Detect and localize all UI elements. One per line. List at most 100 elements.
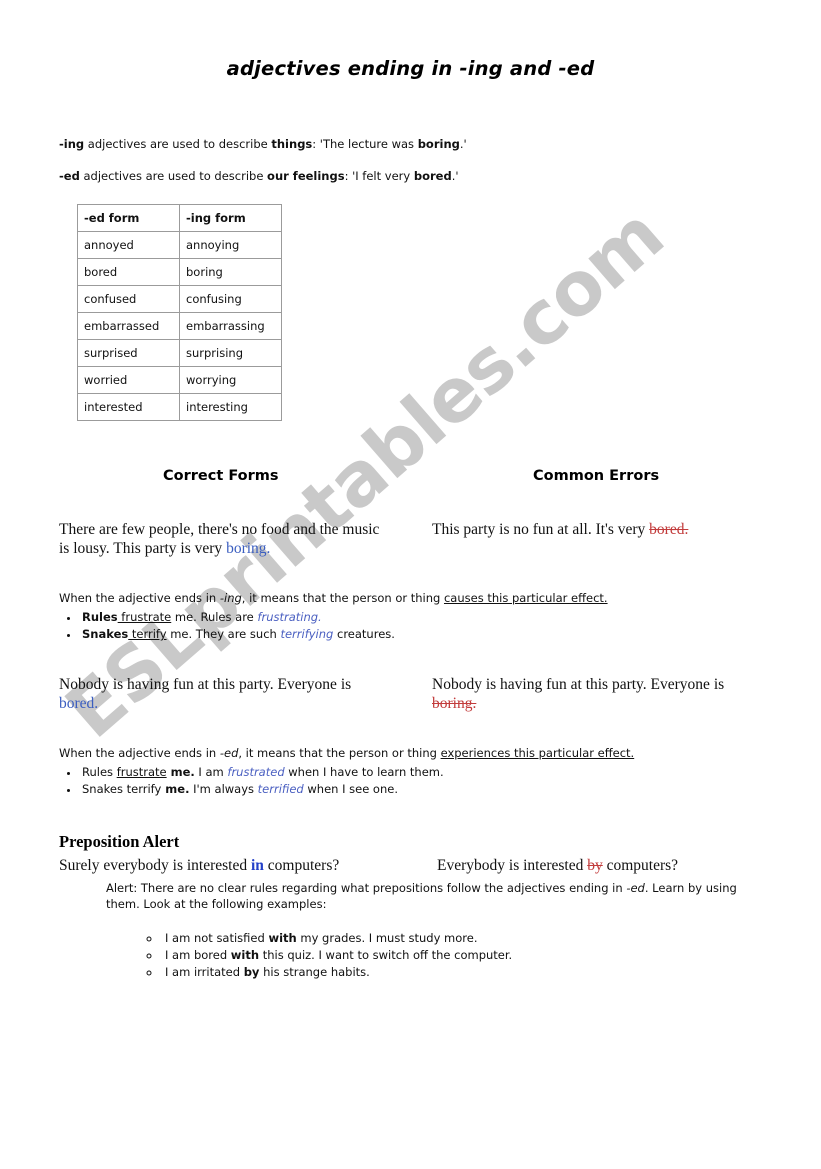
bullet-tail: when I have to learn them. bbox=[284, 764, 444, 779]
example2-right-text: Nobody is having fun at this party. Ever… bbox=[432, 676, 725, 693]
rule-block-ed: When the adjective ends in -ed, it means… bbox=[59, 745, 759, 799]
example2-left-highlight: bored. bbox=[59, 695, 99, 712]
worksheet-page: ESLprintables.com adjectives ending in -… bbox=[0, 0, 821, 1169]
bullet-mid: I am bbox=[194, 764, 228, 779]
intro-line-ing: -ing adjectives are used to describe thi… bbox=[59, 137, 467, 151]
table-header-ing: -ing form bbox=[180, 205, 282, 232]
list-item: Rules frustrate me. Rules are frustratin… bbox=[80, 609, 759, 627]
example1-left-highlight: boring. bbox=[226, 540, 271, 557]
bullet-subject: Rules bbox=[82, 609, 118, 624]
bullet-subject: Snakes bbox=[82, 627, 129, 641]
preposition-alert-title: Preposition Alert bbox=[59, 832, 180, 851]
table-row: worried worrying bbox=[78, 367, 282, 394]
bullet-verb: terrify bbox=[128, 627, 167, 641]
table-cell-ing: interesting bbox=[180, 394, 282, 421]
rule-ing-lead-a: When the adjective ends in bbox=[59, 591, 220, 605]
rule-ed-list: Rules frustrate me. I am frustrated when… bbox=[59, 764, 759, 799]
table-row: bored boring bbox=[78, 259, 282, 286]
intro2-end: .' bbox=[451, 169, 459, 183]
heading-common-errors: Common Errors bbox=[533, 468, 660, 484]
table-cell-ing: embarrassing bbox=[180, 313, 282, 340]
rule-ed-lead: When the adjective ends in -ed, it means… bbox=[59, 745, 759, 763]
heading-correct-forms: Correct Forms bbox=[163, 468, 279, 484]
list-item: Snakes terrify me. They are such terrify… bbox=[80, 626, 759, 644]
prep-example-preposition: by bbox=[243, 965, 260, 979]
table-row: annoyed annoying bbox=[78, 232, 282, 259]
title-ed: -ed bbox=[558, 57, 595, 80]
intro1-mid: adjectives are used to describe bbox=[84, 137, 272, 151]
bullet-adjective: terrified bbox=[257, 782, 304, 796]
rule-ed-lead-underline: experiences this particular effect. bbox=[440, 746, 635, 760]
rule-ing-lead: When the adjective ends in -ing, it mean… bbox=[59, 590, 759, 608]
title-mid: and bbox=[502, 57, 559, 80]
bullet-tail: creatures. bbox=[333, 627, 395, 641]
list-item: I am not satisfied with my grades. I mus… bbox=[161, 930, 512, 947]
intro2-lead: -ed bbox=[59, 169, 80, 183]
prep-example-a: I am bored bbox=[165, 948, 231, 962]
table-row: confused confusing bbox=[78, 286, 282, 313]
prep-example-b: this quiz. I want to switch off the comp… bbox=[259, 948, 513, 962]
intro2-bold2: bored bbox=[413, 169, 452, 183]
rule-ing-lead-italic: -ing bbox=[219, 591, 242, 605]
intro-line-ed: -ed adjectives are used to describe our … bbox=[59, 169, 459, 183]
table-cell-ed: interested bbox=[78, 394, 180, 421]
intro2-mid: adjectives are used to describe bbox=[79, 169, 268, 183]
alert-note-a: Alert: There are no clear rules regardin… bbox=[106, 881, 627, 895]
example1-correct: There are few people, there's no food an… bbox=[59, 520, 389, 558]
rule-ing-list: Rules frustrate me. Rules are frustratin… bbox=[59, 609, 759, 644]
example1-right-text: This party is no fun at all. It's very bbox=[432, 521, 650, 538]
prep-example-a: I am not satisfied bbox=[165, 931, 269, 945]
bullet-plain: Rules bbox=[82, 764, 117, 779]
prep-example-preposition: with bbox=[230, 948, 260, 962]
intro2-bold: our feelings bbox=[267, 169, 345, 183]
prep-right-b: computers? bbox=[602, 857, 679, 874]
prep-example-a: I am irritated bbox=[165, 965, 244, 979]
bullet-mid: me. They are such bbox=[166, 627, 281, 641]
prep-right-preposition: by bbox=[587, 857, 603, 874]
adjective-forms-table: -ed form -ing form annoyed annoying bore… bbox=[77, 204, 282, 421]
prep-example-b: his strange habits. bbox=[259, 965, 370, 979]
bullet-tail: when I see one. bbox=[303, 782, 398, 796]
prep-left-a: Surely everybody is interested bbox=[59, 857, 251, 874]
table-cell-ed: worried bbox=[78, 367, 180, 394]
preposition-examples-list: I am not satisfied with my grades. I mus… bbox=[133, 930, 512, 981]
example2-left-text: Nobody is having fun at this party. Ever… bbox=[59, 676, 352, 693]
table-cell-ed: annoyed bbox=[78, 232, 180, 259]
preposition-example-correct: Surely everybody is interested in comput… bbox=[59, 857, 339, 875]
bullet-object: me. bbox=[166, 764, 195, 779]
table-header-row: -ed form -ing form bbox=[78, 205, 282, 232]
prep-right-a: Everybody is interested bbox=[437, 857, 588, 874]
bullet-adjective: frustrating. bbox=[257, 609, 322, 624]
rule-ed-lead-italic: -ed bbox=[219, 746, 239, 760]
prep-left-b: computers? bbox=[263, 857, 340, 874]
example2-correct: Nobody is having fun at this party. Ever… bbox=[59, 675, 389, 713]
example2-error: Nobody is having fun at this party. Ever… bbox=[432, 675, 772, 713]
alert-note: Alert: There are no clear rules regardin… bbox=[106, 880, 751, 912]
alert-note-italic: -ed bbox=[626, 881, 645, 895]
table-cell-ed: embarrassed bbox=[78, 313, 180, 340]
table-cell-ed: confused bbox=[78, 286, 180, 313]
table-cell-ed: surprised bbox=[78, 340, 180, 367]
intro2-tail: : 'I felt very bbox=[344, 169, 414, 183]
bullet-verb: frustrate bbox=[117, 609, 172, 624]
bullet-verb: frustrate bbox=[116, 764, 167, 779]
title-pre: adjectives ending in bbox=[226, 57, 460, 80]
rule-ing-lead-underline: causes this particular effect. bbox=[443, 591, 608, 605]
prep-left-preposition: in bbox=[250, 857, 264, 874]
table-row: surprised surprising bbox=[78, 340, 282, 367]
intro1-end: .' bbox=[459, 137, 467, 151]
bullet-mid: I'm always bbox=[189, 782, 258, 796]
intro1-lead: -ing bbox=[59, 137, 85, 151]
bullet-adjective: frustrated bbox=[227, 764, 285, 779]
title-ing: -ing bbox=[459, 57, 503, 80]
list-item: I am irritated by his strange habits. bbox=[161, 964, 512, 981]
bullet-object: me. bbox=[161, 782, 190, 796]
example1-left-text: There are few people, there's no food an… bbox=[59, 521, 380, 557]
intro1-tail: : 'The lecture was bbox=[312, 137, 418, 151]
table-row: interested interesting bbox=[78, 394, 282, 421]
table-cell-ing: worrying bbox=[180, 367, 282, 394]
rule-ing-lead-b: , it means that the person or thing bbox=[241, 591, 444, 605]
example1-error: This party is no fun at all. It's very b… bbox=[432, 520, 762, 539]
table-cell-ing: boring bbox=[180, 259, 282, 286]
bullet-plain: Snakes terrify bbox=[82, 782, 162, 796]
